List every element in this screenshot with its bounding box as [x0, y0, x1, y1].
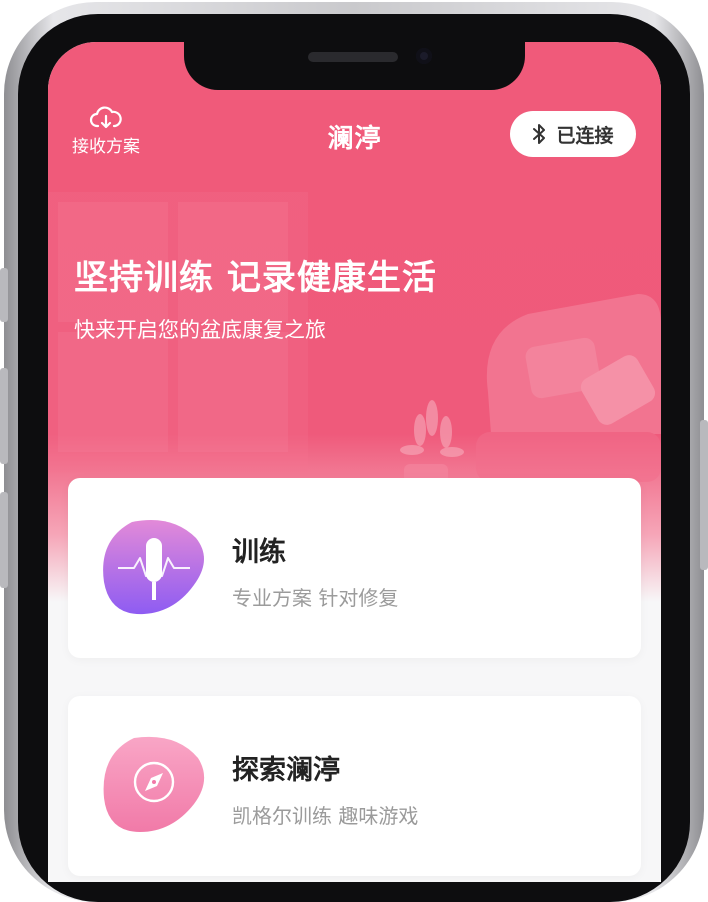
bluetooth-status-label: 已连接 — [556, 124, 614, 147]
front-camera — [416, 48, 432, 64]
explore-card-title: 探索澜渟 — [232, 755, 340, 786]
phone-notch — [184, 42, 525, 90]
training-card[interactable]: 训练 专业方案 针对修复 — [68, 478, 641, 658]
side-button-left-3 — [0, 492, 8, 588]
explore-card-subtitle: 凯格尔训练 趣味游戏 — [232, 804, 419, 828]
hero-subline: 快来开启您的盆底康复之旅 — [74, 318, 326, 342]
training-card-subtitle: 专业方案 针对修复 — [232, 586, 399, 610]
training-card-title: 训练 — [232, 537, 286, 568]
hero-headline: 坚持训练 记录健康生活 — [74, 258, 437, 298]
compass-icon — [103, 736, 205, 832]
speaker-grille — [308, 52, 398, 62]
bluetooth-status-button[interactable]: 已连接 — [510, 111, 636, 157]
side-button-right — [700, 420, 708, 570]
side-button-left-1 — [0, 268, 8, 322]
explore-card[interactable]: 探索澜渟 凯格尔训练 趣味游戏 — [68, 696, 641, 876]
training-probe-icon — [103, 520, 204, 615]
room-illustration — [48, 192, 661, 502]
app-screen: 接收方案 澜渟 已连接 坚持训练 记录健康生活 快来开启您的盆底康复之旅 训练 … — [48, 42, 661, 882]
side-button-left-2 — [0, 368, 8, 464]
bluetooth-icon — [533, 124, 546, 144]
